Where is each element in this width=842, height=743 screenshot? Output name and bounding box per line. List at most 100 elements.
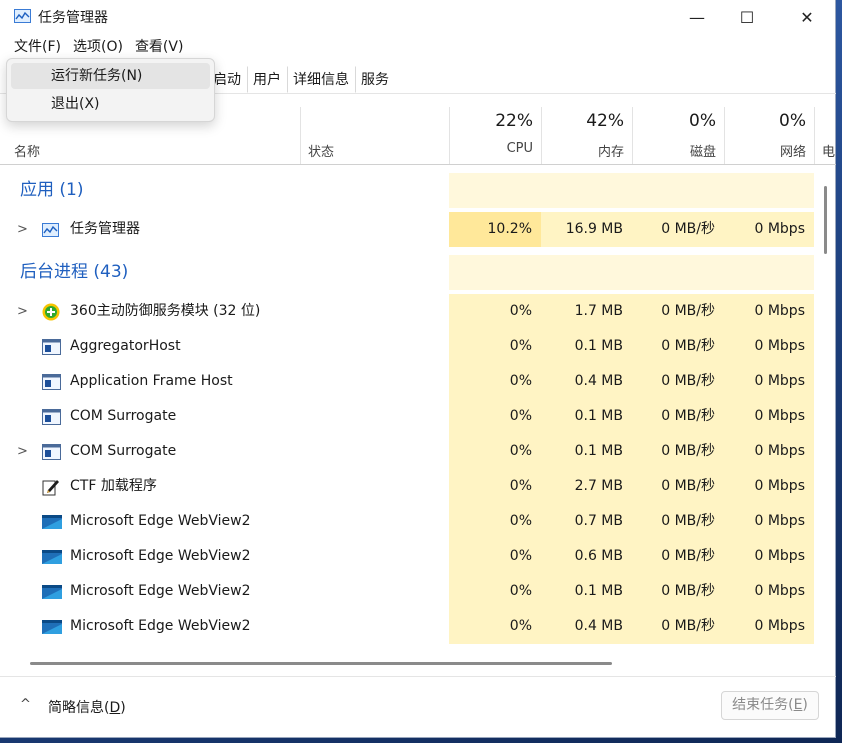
cpu-cell: 0%	[449, 434, 541, 469]
vertical-scrollbar[interactable]	[824, 186, 827, 254]
menu-file[interactable]: 文件(F)	[8, 36, 67, 58]
cpu-cell: 0%	[449, 399, 541, 434]
task-manager-window: 任务管理器 — ☐ ✕ 文件(F) 选项(O) 查看(V) 启动 用户 详细信息…	[0, 0, 836, 738]
window-title: 任务管理器	[38, 10, 108, 26]
horizontal-scrollbar[interactable]	[30, 662, 612, 665]
end-task-button[interactable]: 结束任务(E)	[721, 691, 819, 720]
cpu-percent: 22%	[495, 111, 533, 131]
memory-cell: 1.7 MB	[541, 294, 632, 329]
memory-cell: 0.1 MB	[541, 574, 632, 609]
table-row[interactable]: Microsoft Edge WebView2 0% 0.7 MB 0 MB/秒…	[0, 504, 836, 539]
process-name: Microsoft Edge WebView2	[70, 513, 251, 529]
table-row[interactable]: COM Surrogate 0% 0.1 MB 0 MB/秒 0 Mbps	[0, 399, 836, 434]
cpu-cell	[449, 255, 541, 290]
process-name: 360主动防御服务模块 (32 位)	[70, 303, 261, 319]
tab-services[interactable]: 服务	[355, 66, 395, 93]
cpu-cell: 0%	[449, 329, 541, 364]
chevron-right-icon[interactable]: >	[17, 294, 28, 329]
cpu-cell: 0%	[449, 294, 541, 329]
table-row[interactable]: Microsoft Edge WebView2 0% 0.4 MB 0 MB/秒…	[0, 609, 836, 644]
process-name: COM Surrogate	[70, 408, 177, 424]
table-row[interactable]: > 任务管理器 10.2% 16.9 MB 0 MB/秒 0 Mbps	[0, 212, 836, 247]
memory-cell: 0.1 MB	[541, 434, 632, 469]
table-row[interactable]: Microsoft Edge WebView2 0% 0.1 MB 0 MB/秒…	[0, 574, 836, 609]
network-percent: 0%	[779, 111, 806, 131]
table-row[interactable]: CTF 加载程序 0% 2.7 MB 0 MB/秒 0 Mbps	[0, 469, 836, 504]
section-apps: 应用 (1)	[0, 173, 836, 208]
network-cell: 0 Mbps	[724, 294, 814, 329]
cpu-cell	[449, 173, 541, 208]
chevron-right-icon[interactable]: >	[17, 212, 28, 247]
process-list: 应用 (1) > 任务管理器 10.2% 16.9 MB 0 MB/秒 0 Mb…	[0, 165, 836, 655]
process-name: COM Surrogate	[70, 443, 177, 459]
disk-cell: 0 MB/秒	[632, 364, 724, 399]
app-window-icon	[42, 374, 61, 390]
disk-percent: 0%	[689, 111, 716, 131]
minimize-button[interactable]: —	[674, 0, 720, 34]
taskmgr-icon	[42, 223, 59, 237]
column-status[interactable]: 状态	[308, 141, 334, 160]
process-name: CTF 加载程序	[70, 478, 157, 494]
fewer-details-prefix: 简略信息(	[48, 700, 110, 716]
close-button[interactable]: ✕	[784, 0, 830, 34]
maximize-button[interactable]: ☐	[724, 0, 770, 34]
column-network[interactable]: 0% 网络	[724, 107, 814, 164]
network-cell: 0 Mbps	[724, 434, 814, 469]
tab-users[interactable]: 用户	[247, 66, 287, 93]
table-row[interactable]: Application Frame Host 0% 0.4 MB 0 MB/秒 …	[0, 364, 836, 399]
close-icon: ✕	[800, 7, 814, 27]
table-row[interactable]: > 360主动防御服务模块 (32 位) 0% 1.7 MB 0 MB/秒 0 …	[0, 294, 836, 329]
disk-cell	[632, 173, 724, 208]
process-name: Application Frame Host	[70, 373, 233, 389]
memory-cell: 0.4 MB	[541, 364, 632, 399]
edge-webview-icon	[42, 515, 62, 529]
disk-cell: 0 MB/秒	[632, 399, 724, 434]
tab-bar: 启动 用户 详细信息 服务	[207, 66, 395, 93]
column-cpu[interactable]: 22% CPU	[449, 107, 541, 164]
file-menu-dropdown: 运行新任务(N) 退出(X)	[6, 58, 215, 122]
memory-cell	[541, 173, 632, 208]
table-row[interactable]: > COM Surrogate 0% 0.1 MB 0 MB/秒 0 Mbps	[0, 434, 836, 469]
menu-view[interactable]: 查看(V)	[129, 36, 190, 58]
menu-item-run-new-task[interactable]: 运行新任务(N)	[11, 63, 210, 89]
column-memory[interactable]: 42% 内存	[541, 107, 632, 164]
disk-cell: 0 MB/秒	[632, 434, 724, 469]
column-disk[interactable]: 0% 磁盘	[632, 107, 724, 164]
pen-icon	[42, 480, 59, 496]
edge-webview-icon	[42, 585, 62, 599]
app-window-icon	[42, 444, 61, 460]
network-cell	[724, 173, 814, 208]
menu-item-exit[interactable]: 退出(X)	[11, 91, 210, 117]
chevron-right-icon[interactable]: >	[17, 434, 28, 469]
menu-options[interactable]: 选项(O)	[67, 36, 129, 58]
memory-cell: 16.9 MB	[541, 212, 632, 247]
column-name[interactable]: 名称	[14, 141, 40, 160]
power-label: 电	[822, 145, 836, 160]
process-name: Microsoft Edge WebView2	[70, 548, 251, 564]
table-row[interactable]: Microsoft Edge WebView2 0% 0.6 MB 0 MB/秒…	[0, 539, 836, 574]
table-row[interactable]: AggregatorHost 0% 0.1 MB 0 MB/秒 0 Mbps	[0, 329, 836, 364]
fewer-details-link[interactable]: 简略信息(D)	[48, 697, 126, 717]
column-divider	[300, 107, 301, 164]
menu-bar: 文件(F) 选项(O) 查看(V)	[8, 36, 189, 58]
cpu-cell: 0%	[449, 504, 541, 539]
memory-cell	[541, 255, 632, 290]
cpu-cell: 0%	[449, 469, 541, 504]
disk-cell: 0 MB/秒	[632, 504, 724, 539]
network-label: 网络	[779, 145, 806, 160]
column-power[interactable]: 电	[814, 107, 836, 164]
network-cell: 0 Mbps	[724, 504, 814, 539]
tab-details[interactable]: 详细信息	[287, 66, 355, 93]
process-name: Microsoft Edge WebView2	[70, 583, 251, 599]
network-cell: 0 Mbps	[724, 574, 814, 609]
process-name: AggregatorHost	[70, 338, 181, 354]
memory-cell: 0.4 MB	[541, 609, 632, 644]
section-title: 应用 (1)	[20, 180, 84, 200]
end-task-prefix: 结束任务(	[732, 697, 794, 713]
memory-cell: 0.1 MB	[541, 329, 632, 364]
title-bar[interactable]: 任务管理器 — ☐ ✕	[0, 0, 836, 34]
cpu-cell: 0%	[449, 609, 541, 644]
chevron-up-icon[interactable]: ^	[20, 697, 31, 712]
process-name: 任务管理器	[70, 221, 140, 237]
maximize-icon: ☐	[739, 7, 755, 27]
